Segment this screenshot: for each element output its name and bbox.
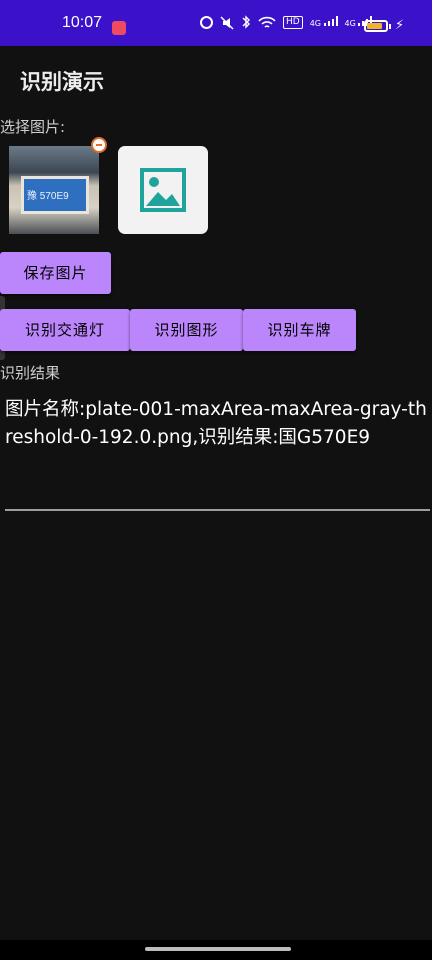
signal-label-1: 4G bbox=[309, 19, 321, 28]
notification-icon bbox=[112, 21, 126, 35]
mute-icon bbox=[220, 15, 234, 30]
battery-level bbox=[367, 23, 383, 29]
battery-icon bbox=[364, 20, 388, 32]
bluetooth-icon bbox=[241, 14, 251, 30]
hd-voice-icon: HD bbox=[283, 15, 303, 29]
remove-image-button[interactable] bbox=[91, 137, 107, 153]
add-image-button[interactable] bbox=[118, 146, 208, 234]
recognize-traffic-light-button[interactable]: 识别交通灯 bbox=[0, 309, 130, 351]
result-label: 识别结果 bbox=[0, 364, 61, 382]
recognize-plate-button[interactable]: 识别车牌 bbox=[243, 309, 356, 351]
status-time: 10:07 bbox=[62, 14, 103, 31]
save-image-button[interactable]: 保存图片 bbox=[0, 252, 111, 294]
image-icon bbox=[140, 168, 186, 212]
status-icons: HD 4G 4G bbox=[200, 14, 373, 30]
page-title: 识别演示 bbox=[20, 70, 104, 94]
result-text: 图片名称:plate-001-maxArea-maxArea-gray-thre… bbox=[5, 399, 427, 448]
thumbnail-plate-screen: 豫 570E9 bbox=[21, 176, 89, 214]
result-divider bbox=[5, 509, 430, 511]
signal-icon-1: 4G bbox=[310, 16, 338, 28]
battery-cap bbox=[389, 24, 391, 29]
thumbnail-plate-text: 豫 570E9 bbox=[27, 191, 69, 202]
home-gesture-handle[interactable] bbox=[145, 947, 291, 951]
alarm-icon bbox=[200, 15, 213, 29]
recognize-shape-button[interactable]: 识别图形 bbox=[130, 309, 243, 351]
selected-image-thumbnail[interactable]: 豫 570E9 bbox=[9, 146, 99, 234]
charging-icon: ⚡ bbox=[395, 18, 405, 33]
wifi-icon bbox=[258, 15, 276, 29]
status-bar: 10:07 HD 4G 4G ⚡ bbox=[0, 0, 432, 46]
select-image-label: 选择图片: bbox=[0, 118, 66, 136]
signal-label-2: 4G bbox=[344, 19, 356, 28]
